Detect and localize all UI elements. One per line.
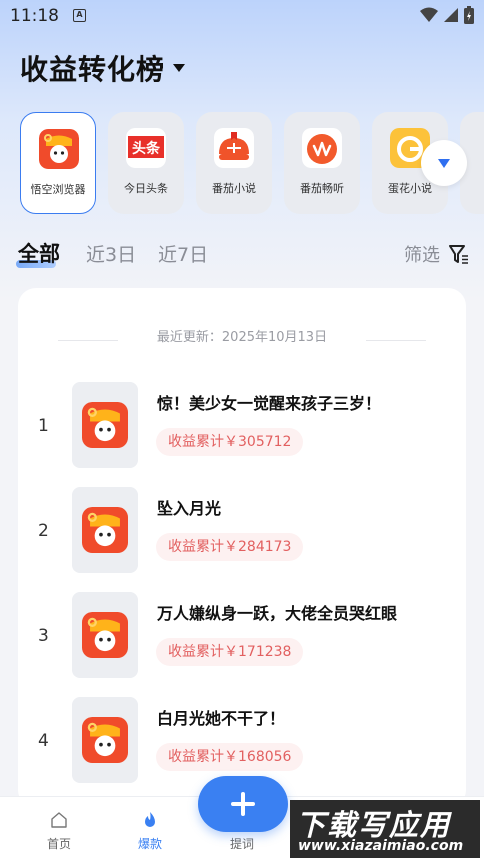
last-updated-text: 最近更新：2025年10月13日 (156, 330, 328, 345)
book-cover (72, 697, 138, 783)
app-label: 番茄小说 (212, 182, 256, 195)
filter-label: 筛选 (404, 245, 440, 266)
ranking-title-dropdown[interactable]: 收益转化榜 (20, 48, 186, 88)
book-title: 惊！美少女一觉醒来孩子三岁！ (157, 394, 382, 413)
wukong-browser-icon (82, 612, 128, 658)
plus-icon-stroke (241, 792, 245, 816)
rank-number: 3 (38, 626, 49, 646)
rank-number: 1 (38, 416, 49, 436)
tab-3-days[interactable]: 近3日 (86, 240, 136, 267)
triangle-down-icon (438, 159, 450, 168)
flame-icon (145, 812, 155, 827)
earnings-badge: 收益累计￥284173 (156, 533, 304, 561)
app-selector: 悟空浏览器 头条 今日头条 番茄小说 番茄畅听 蛋花小说 (20, 112, 484, 214)
signal-icon (444, 8, 458, 22)
wukong-browser-icon (39, 129, 79, 169)
filter-button[interactable]: 筛选 (404, 241, 470, 267)
book-cover (72, 487, 138, 573)
book-cover (72, 382, 138, 468)
fanqie-novel-icon (214, 128, 254, 168)
app-label: 番茄畅听 (300, 182, 344, 195)
filter-icon (449, 245, 468, 264)
time-range-tabs: 全部 近3日 近7日 筛选 (16, 238, 470, 272)
list-item[interactable]: 1 惊！美少女一觉醒来孩子三岁！ 收益累计￥305712 (18, 382, 466, 470)
rank-number: 4 (38, 731, 49, 751)
page-title: 收益转化榜 (20, 53, 166, 86)
nav-label: 首页 (46, 837, 71, 851)
nav-label: 爆款 (137, 837, 162, 851)
nav-item-hot[interactable]: 爆款 (115, 797, 185, 862)
status-bar: 11:18 A (0, 0, 484, 32)
status-time: 11:18 (10, 6, 59, 26)
svg-text:头条: 头条 (132, 140, 161, 157)
rank-number: 2 (38, 521, 49, 541)
earnings-badge: 收益累计￥305712 (156, 428, 304, 456)
book-title: 白月光她不干了！ (157, 709, 286, 728)
notification-badge-icon: A (73, 9, 86, 22)
earnings-badge: 收益累计￥171238 (156, 638, 304, 666)
site-watermark: 下载写应用 www.xiazaimiao.com (290, 800, 480, 858)
wukong-browser-icon (82, 717, 128, 763)
caret-down-icon (173, 64, 186, 72)
earnings-badge: 收益累计￥168056 (156, 743, 304, 771)
nav-item-home[interactable]: 首页 (24, 797, 94, 862)
app-item-toutiao[interactable]: 头条 今日头条 (108, 112, 184, 214)
watermark-url: www.xiazaimiao.com (298, 838, 464, 854)
home-icon (51, 812, 67, 828)
app-item-fanqie-listen[interactable]: 番茄畅听 (284, 112, 360, 214)
book-cover (72, 592, 138, 678)
battery-icon (464, 6, 474, 24)
add-button[interactable] (198, 776, 288, 832)
wukong-browser-icon (82, 507, 128, 553)
ranking-list-card: 最近更新：2025年10月13日 1 惊！美少女一觉醒来孩子三岁！ 收益累计￥3… (18, 288, 466, 808)
app-label: 今日头条 (124, 182, 168, 195)
system-icons (420, 6, 474, 24)
wifi-icon (420, 7, 438, 22)
fanqie-listen-icon (302, 128, 342, 168)
list-item[interactable]: 2 坠入月光 收益累计￥284173 (18, 487, 466, 575)
tab-all[interactable]: 全部 (18, 238, 60, 268)
expand-apps-button[interactable] (421, 140, 467, 186)
app-item-wukong[interactable]: 悟空浏览器 (20, 112, 96, 214)
list-item[interactable]: 4 白月光她不干了！ 收益累计￥168056 (18, 697, 466, 785)
nav-label: 提词 (229, 837, 254, 851)
toutiao-icon: 头条 (126, 128, 166, 168)
tab-7-days[interactable]: 近7日 (158, 240, 208, 267)
list-item[interactable]: 3 万人嫌纵身一跃，大佬全员哭红眼 收益累计￥171238 (18, 592, 466, 680)
app-item-fanqie-novel[interactable]: 番茄小说 (196, 112, 272, 214)
book-title: 坠入月光 (157, 499, 222, 518)
wukong-browser-icon (82, 402, 128, 448)
book-title: 万人嫌纵身一跃，大佬全员哭红眼 (157, 604, 398, 623)
app-label: 悟空浏览器 (30, 183, 86, 196)
